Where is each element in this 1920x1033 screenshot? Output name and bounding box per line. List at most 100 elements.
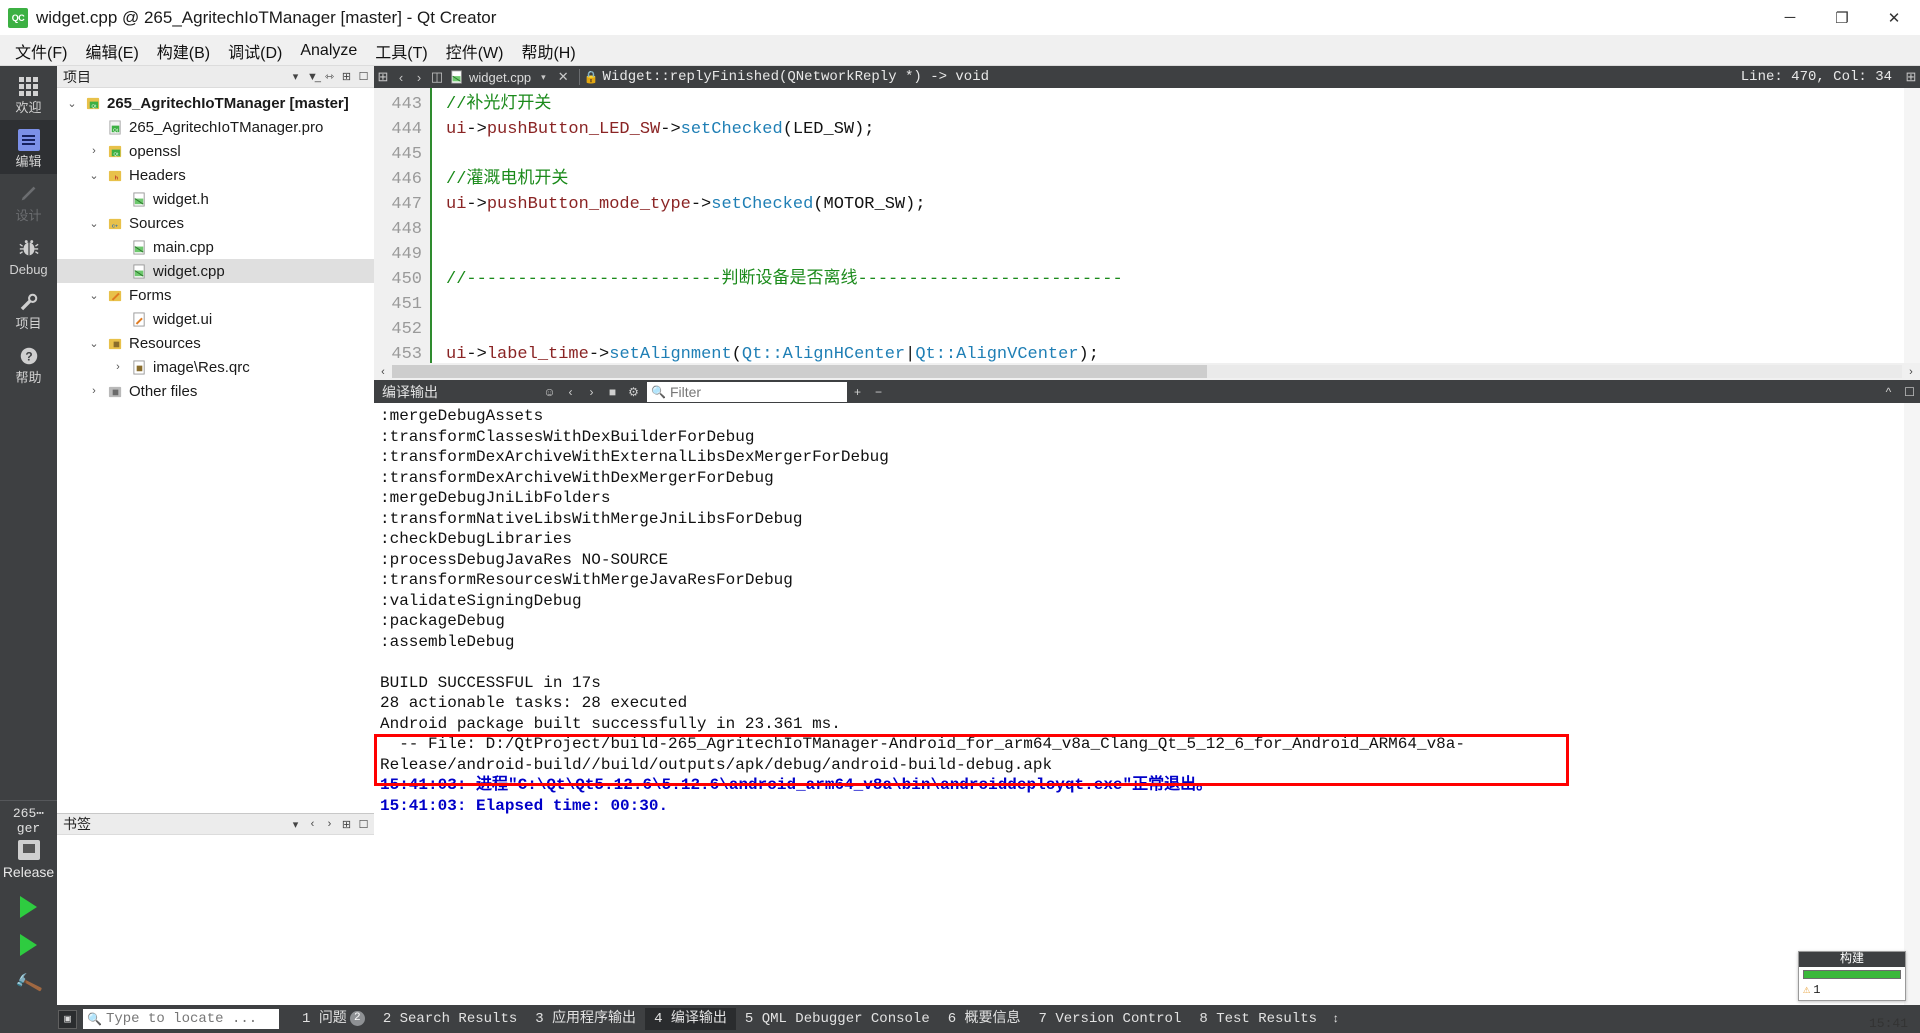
symbol-lock-icon[interactable]: 🔒 — [584, 70, 603, 84]
mode-design[interactable]: 设计 — [0, 174, 57, 228]
new-window-icon[interactable]: ◫ — [428, 69, 446, 85]
editor-vertical-scrollbar[interactable] — [1904, 88, 1920, 363]
code-editor[interactable]: 443 444 445 446 447 448 449 450 451 452 … — [374, 88, 1920, 363]
twisty-icon[interactable]: ⌄ — [83, 289, 105, 302]
statusbar-item-qml-debugger[interactable]: 5 QML Debugger Console — [736, 1008, 939, 1030]
close-button[interactable]: ✕ — [1868, 0, 1920, 36]
maximize-button[interactable]: ❐ — [1816, 0, 1868, 36]
nav-forward-button[interactable]: › — [410, 70, 428, 85]
scrollbar-thumb[interactable] — [392, 365, 1207, 378]
warning-count-row[interactable]: ⚠ 1 — [1799, 982, 1905, 1000]
twisty-icon[interactable]: ⌄ — [83, 337, 105, 350]
maximize-output-icon[interactable]: ^ — [1878, 385, 1899, 399]
twisty-icon[interactable]: ⌄ — [83, 217, 105, 230]
clear-icon[interactable]: ☺ — [539, 385, 560, 399]
split-horizontal-icon[interactable]: ⊞ — [374, 69, 392, 85]
current-symbol-label[interactable]: Widget::replyFinished(QNetworkReply *) -… — [603, 69, 989, 85]
mode-projects[interactable]: 项目 — [0, 282, 57, 336]
project-tree[interactable]: ⌄ Qt 265_AgritechIoTManager [master] Qt … — [57, 88, 374, 813]
close-icon[interactable]: ☐ — [355, 68, 372, 86]
chevron-down-icon[interactable]: ▾ — [535, 72, 552, 83]
build-progress-popup[interactable]: 构建 ⚠ 1 — [1798, 951, 1906, 1001]
scrollbar-track[interactable] — [392, 365, 1902, 378]
menu-build[interactable]: 构建(B) — [148, 36, 219, 66]
output-vertical-scrollbar[interactable] — [1904, 403, 1920, 1005]
tree-row[interactable]: ⌄ Resources — [57, 331, 374, 355]
close-output-icon[interactable]: ☐ — [1899, 385, 1920, 399]
nav-back-button[interactable]: ‹ — [392, 70, 410, 85]
mode-edit-label: 编辑 — [15, 154, 42, 169]
tree-row[interactable]: ⌄ C+ Sources — [57, 211, 374, 235]
statusbar-item-problems[interactable]: 1 问题 2 — [293, 1008, 374, 1030]
toggle-sidebar-icon[interactable]: ▣ — [58, 1009, 77, 1029]
twisty-icon[interactable]: ⌄ — [83, 169, 105, 182]
close-tab-icon[interactable]: ✕ — [552, 69, 575, 85]
tree-row[interactable]: › Qt openssl — [57, 139, 374, 163]
split-icon[interactable]: ⊞ — [338, 68, 355, 86]
run-button[interactable] — [0, 888, 57, 926]
tree-row-selected[interactable]: widget.cpp — [57, 259, 374, 283]
tree-row[interactable]: › image\Res.qrc — [57, 355, 374, 379]
statusbar-item-search-results[interactable]: 2 Search Results — [374, 1008, 526, 1030]
statusbar-item-overview[interactable]: 6 概要信息 — [939, 1008, 1030, 1030]
split-icon[interactable]: ⊞ — [338, 815, 355, 833]
statusbar-item-version-control[interactable]: 7 Version Control — [1030, 1008, 1191, 1030]
mode-help[interactable]: ? 帮助 — [0, 336, 57, 390]
menu-widgets[interactable]: 控件(W) — [437, 36, 513, 66]
settings-gear-icon[interactable]: ⚙ — [623, 385, 644, 399]
next-icon[interactable]: › — [321, 815, 338, 833]
mode-debug[interactable]: Debug — [0, 228, 57, 282]
mode-welcome[interactable]: 欢迎 — [0, 66, 57, 120]
output-filter-input[interactable]: 🔍 Filter — [647, 381, 847, 402]
filter-icon[interactable]: ▼̲ — [304, 68, 321, 86]
zoom-in-icon[interactable]: + — [847, 385, 868, 399]
menu-file[interactable]: 文件(F) — [6, 36, 76, 66]
twisty-icon[interactable]: ⌄ — [61, 97, 83, 110]
statusbar-updown-icon[interactable]: ↕ — [1332, 1012, 1339, 1026]
zoom-out-icon[interactable]: − — [868, 385, 889, 399]
tree-row[interactable]: widget.ui — [57, 307, 374, 331]
tree-row[interactable]: ⌄ h Headers — [57, 163, 374, 187]
debug-button[interactable] — [0, 926, 57, 964]
bookmarks-list[interactable] — [57, 835, 374, 1005]
item-label: Version Control — [1055, 1011, 1182, 1027]
tree-row[interactable]: › Other files — [57, 379, 374, 403]
tree-row[interactable]: ⌄ Qt 265_AgritechIoTManager [master] — [57, 91, 374, 115]
split-editor-icon[interactable]: ⊞ — [1902, 69, 1920, 85]
tree-row[interactable]: Qt 265_AgritechIoTManager.pro — [57, 115, 374, 139]
chevron-down-icon[interactable]: ▾ — [287, 68, 304, 86]
minimize-button[interactable]: ─ — [1764, 0, 1816, 36]
chevron-down-icon[interactable]: ▾ — [287, 815, 304, 833]
mode-edit[interactable]: 编辑 — [0, 120, 57, 174]
locator-input[interactable]: 🔍 Type to locate ... — [83, 1009, 279, 1029]
editor-column: ⊞ ‹ › ◫ widget.cpp ▾ ✕ 🔒 Widget::replyFi… — [374, 66, 1920, 1005]
build-button[interactable]: 🔨 — [0, 964, 57, 1005]
menu-analyze[interactable]: Analyze — [291, 39, 366, 63]
menu-help[interactable]: 帮助(H) — [512, 36, 584, 66]
twisty-icon[interactable]: › — [83, 145, 105, 157]
prev-icon[interactable]: ‹ — [560, 385, 581, 399]
tree-row[interactable]: ⌄ Forms — [57, 283, 374, 307]
scroll-left-icon[interactable]: ‹ — [374, 366, 392, 378]
statusbar-item-compile-output[interactable]: 4 编译输出 — [645, 1008, 736, 1030]
next-icon[interactable]: › — [581, 385, 602, 399]
sync-icon[interactable]: ⇿ — [321, 68, 338, 86]
code-text-area[interactable]: //补光灯开关 ui->pushButton_LED_SW->setChecked… — [432, 88, 1920, 363]
menu-debug[interactable]: 调试(D) — [219, 36, 291, 66]
kit-selector[interactable]: 265⋯ger Release 🔨 — [0, 800, 57, 1005]
menu-tools[interactable]: 工具(T) — [366, 36, 436, 66]
tree-row[interactable]: main.cpp — [57, 235, 374, 259]
tree-row[interactable]: widget.h — [57, 187, 374, 211]
scroll-right-icon[interactable]: › — [1902, 366, 1920, 378]
twisty-icon[interactable]: › — [107, 361, 129, 373]
editor-horizontal-scrollbar[interactable]: ‹ › — [374, 363, 1920, 380]
statusbar-item-app-output[interactable]: 3 应用程序输出 — [526, 1008, 645, 1030]
twisty-icon[interactable]: › — [83, 385, 105, 397]
output-log[interactable]: :mergeDebugAssets:transformClassesWithDe… — [374, 403, 1920, 1005]
close-icon[interactable]: ☐ — [355, 815, 372, 833]
menu-edit[interactable]: 编辑(E) — [76, 36, 147, 66]
stop-icon[interactable]: ■ — [602, 385, 623, 399]
statusbar-item-test-results[interactable]: 8 Test Results — [1190, 1008, 1326, 1030]
prev-icon[interactable]: ‹ — [304, 815, 321, 833]
editor-file-tab[interactable]: widget.cpp — [446, 70, 535, 85]
